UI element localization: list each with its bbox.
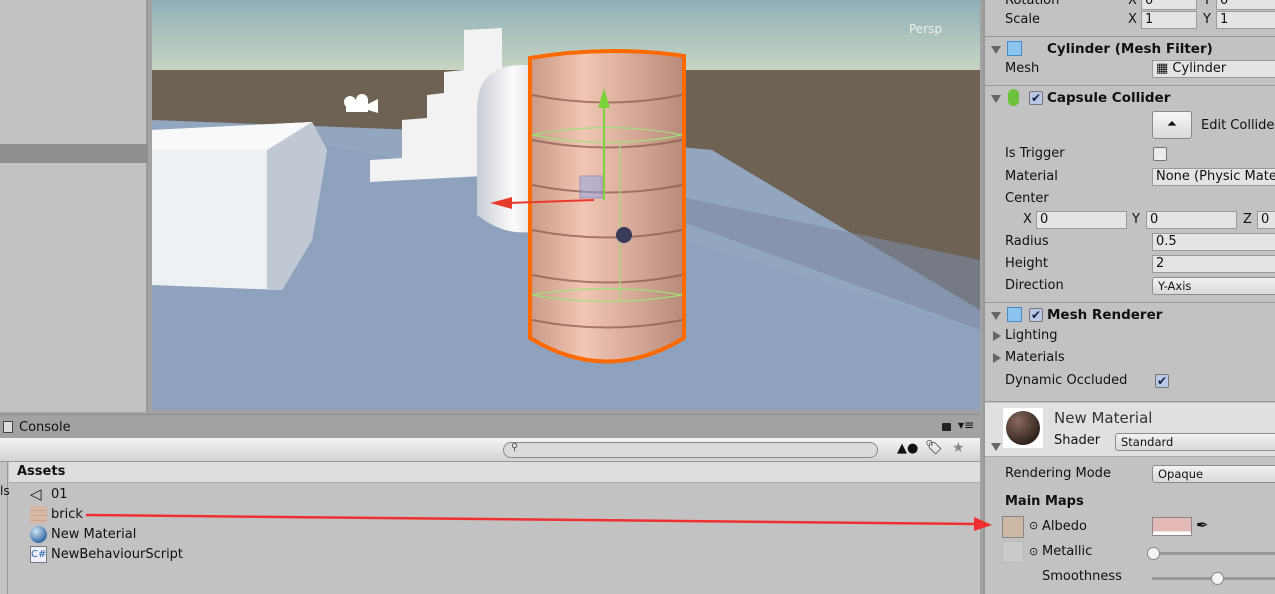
capsule-collider-title: Capsule Collider <box>1047 90 1171 106</box>
mesh-field[interactable]: ▦ Cylinder <box>1152 60 1275 78</box>
csharp-script-icon: C# <box>30 545 47 563</box>
project-toolbar: ⚲ ▲● 🏷︎ ★ <box>0 438 980 462</box>
search-input[interactable]: ⚲ <box>503 442 878 458</box>
material-name: New Material <box>1054 409 1153 427</box>
mesh-filter-title: Cylinder (Mesh Filter) <box>1047 41 1213 57</box>
lock-icon[interactable] <box>942 423 951 431</box>
shader-dropdown[interactable]: Standard <box>1115 433 1275 451</box>
panel-menu-icon[interactable]: ▾≡ <box>958 418 974 432</box>
hierarchy-panel <box>0 0 148 412</box>
console-tab-bar: Console ▾≡ <box>0 414 980 438</box>
radius-field[interactable]: 0.5 <box>1152 233 1275 251</box>
smoothness-slider[interactable] <box>1152 572 1275 585</box>
mesh-renderer-enabled-checkbox[interactable]: ✔ <box>1029 308 1043 322</box>
foldout-mesh-renderer[interactable] <box>991 312 1001 320</box>
persp-label[interactable]: Persp <box>909 22 942 36</box>
mesh-filter-icon <box>1007 41 1022 56</box>
is-trigger-checkbox[interactable] <box>1153 147 1167 161</box>
asset-item[interactable]: brick <box>30 504 83 524</box>
search-icon: ⚲ <box>511 442 519 453</box>
edit-collider-icon: ⏶ <box>1166 117 1178 132</box>
smoothness-slider-thumb[interactable] <box>1211 572 1224 585</box>
scene-render <box>152 0 980 410</box>
filter-by-type-icon[interactable]: ▲● <box>897 441 918 456</box>
unity-scene-icon: ◁ <box>30 484 42 503</box>
physic-material-field[interactable]: None (Physic Material) <box>1152 168 1275 186</box>
foldout-capsule-collider[interactable] <box>991 95 1001 103</box>
mesh-renderer-title: Mesh Renderer <box>1047 307 1163 323</box>
asset-item[interactable]: New Material <box>30 524 136 544</box>
material-header: New Material Shader Standard <box>985 403 1275 457</box>
foldout-material[interactable] <box>991 443 1001 451</box>
hierarchy-selected-row[interactable] <box>0 144 148 163</box>
asset-item[interactable]: ◁ 01 <box>30 484 68 504</box>
albedo-color-swatch[interactable] <box>1152 517 1192 536</box>
rotation-y-field[interactable]: 0 <box>1216 0 1275 10</box>
center-x-field[interactable]: 0 <box>1036 211 1127 229</box>
lighting-foldout-label[interactable]: Lighting <box>1005 328 1058 343</box>
assets-header: Assets <box>9 462 980 483</box>
eyedropper-icon[interactable]: ✒ <box>1196 516 1209 534</box>
materials-foldout-label[interactable]: Materials <box>1005 350 1065 365</box>
mesh-renderer-icon <box>1007 307 1022 322</box>
asset-item[interactable]: C# NewBehaviourScript <box>30 544 183 564</box>
inspector-panel: Rotation X0 Y0 Scale X1 Y1 Cylinder (Mes… <box>983 0 1275 594</box>
rendering-mode-dropdown[interactable]: Opaque <box>1152 465 1275 483</box>
metallic-slider[interactable] <box>1147 547 1275 560</box>
scale-x-field[interactable]: 1 <box>1141 11 1197 29</box>
selected-cylinder <box>528 48 686 364</box>
scale-y-field[interactable]: 1 <box>1216 11 1275 29</box>
foldout-lighting[interactable] <box>993 331 1001 341</box>
edit-collider-button[interactable]: ⏶ <box>1152 111 1192 139</box>
material-preview <box>1003 408 1043 448</box>
texture-icon <box>30 505 47 523</box>
capsule-collider-icon <box>1008 89 1019 106</box>
filter-by-label-icon[interactable]: 🏷︎ <box>925 440 943 456</box>
scene-view[interactable]: Persp <box>152 0 980 410</box>
favorites-star-icon[interactable]: ★ <box>952 440 965 456</box>
rotation-x-field[interactable]: 0 <box>1141 0 1197 10</box>
capsule-collider-enabled-checkbox[interactable]: ✔ <box>1029 91 1043 105</box>
console-icon <box>3 421 13 433</box>
metallic-texture-slot[interactable] <box>1002 541 1024 563</box>
foldout-materials[interactable] <box>993 353 1001 363</box>
dynamic-occluded-checkbox[interactable]: ✔ <box>1155 374 1169 388</box>
center-z-field[interactable]: 0 <box>1257 211 1275 229</box>
foldout-mesh-filter[interactable] <box>991 46 1001 54</box>
console-tab[interactable]: Console <box>19 420 71 435</box>
metallic-slider-thumb[interactable] <box>1147 547 1160 560</box>
albedo-picker-icon[interactable]: ⊙ <box>1029 519 1038 532</box>
metallic-picker-icon[interactable]: ⊙ <box>1029 545 1038 558</box>
project-assets-panel: ls Assets ◁ 01 brick New Material C# NewBe… <box>0 462 980 594</box>
center-y-field[interactable]: 0 <box>1146 211 1237 229</box>
material-sphere-icon <box>30 525 47 543</box>
direction-dropdown[interactable]: Y-Axis <box>1152 277 1275 295</box>
albedo-texture-slot[interactable] <box>1002 516 1024 538</box>
project-folder-tree: ls <box>0 462 10 594</box>
height-field[interactable]: 2 <box>1152 255 1275 273</box>
